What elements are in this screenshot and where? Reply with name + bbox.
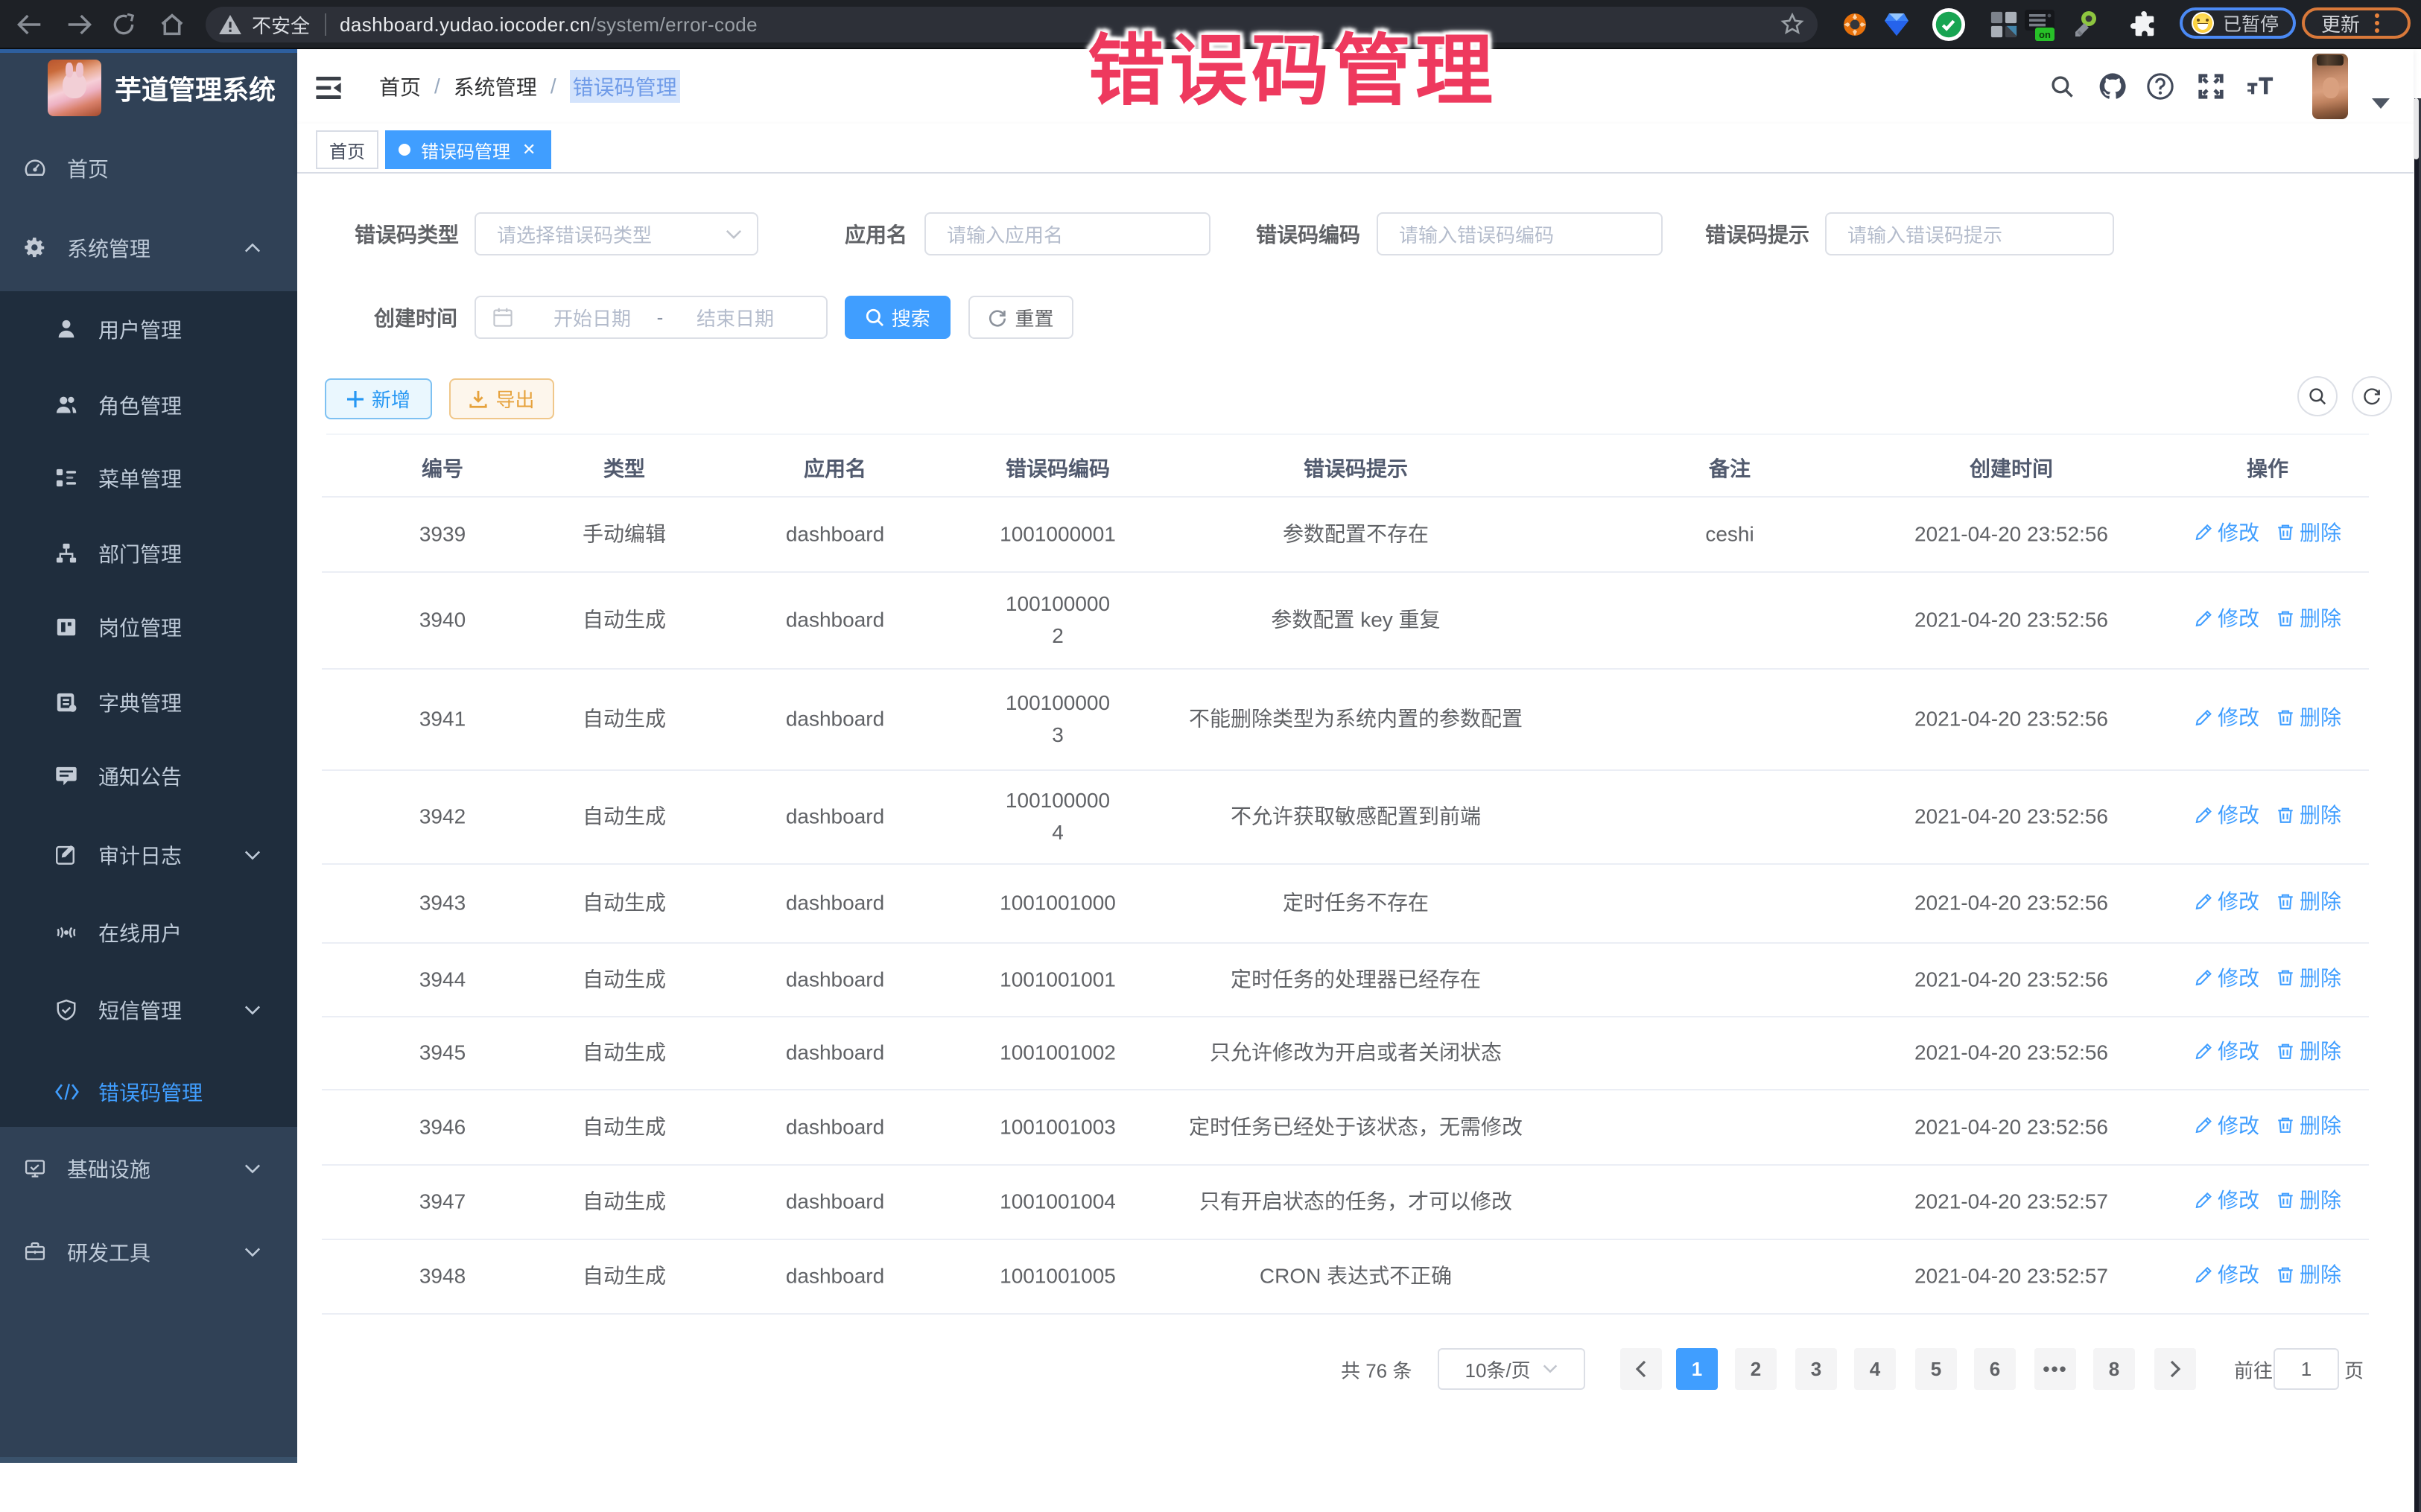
svg-text:on: on (2039, 29, 2051, 40)
